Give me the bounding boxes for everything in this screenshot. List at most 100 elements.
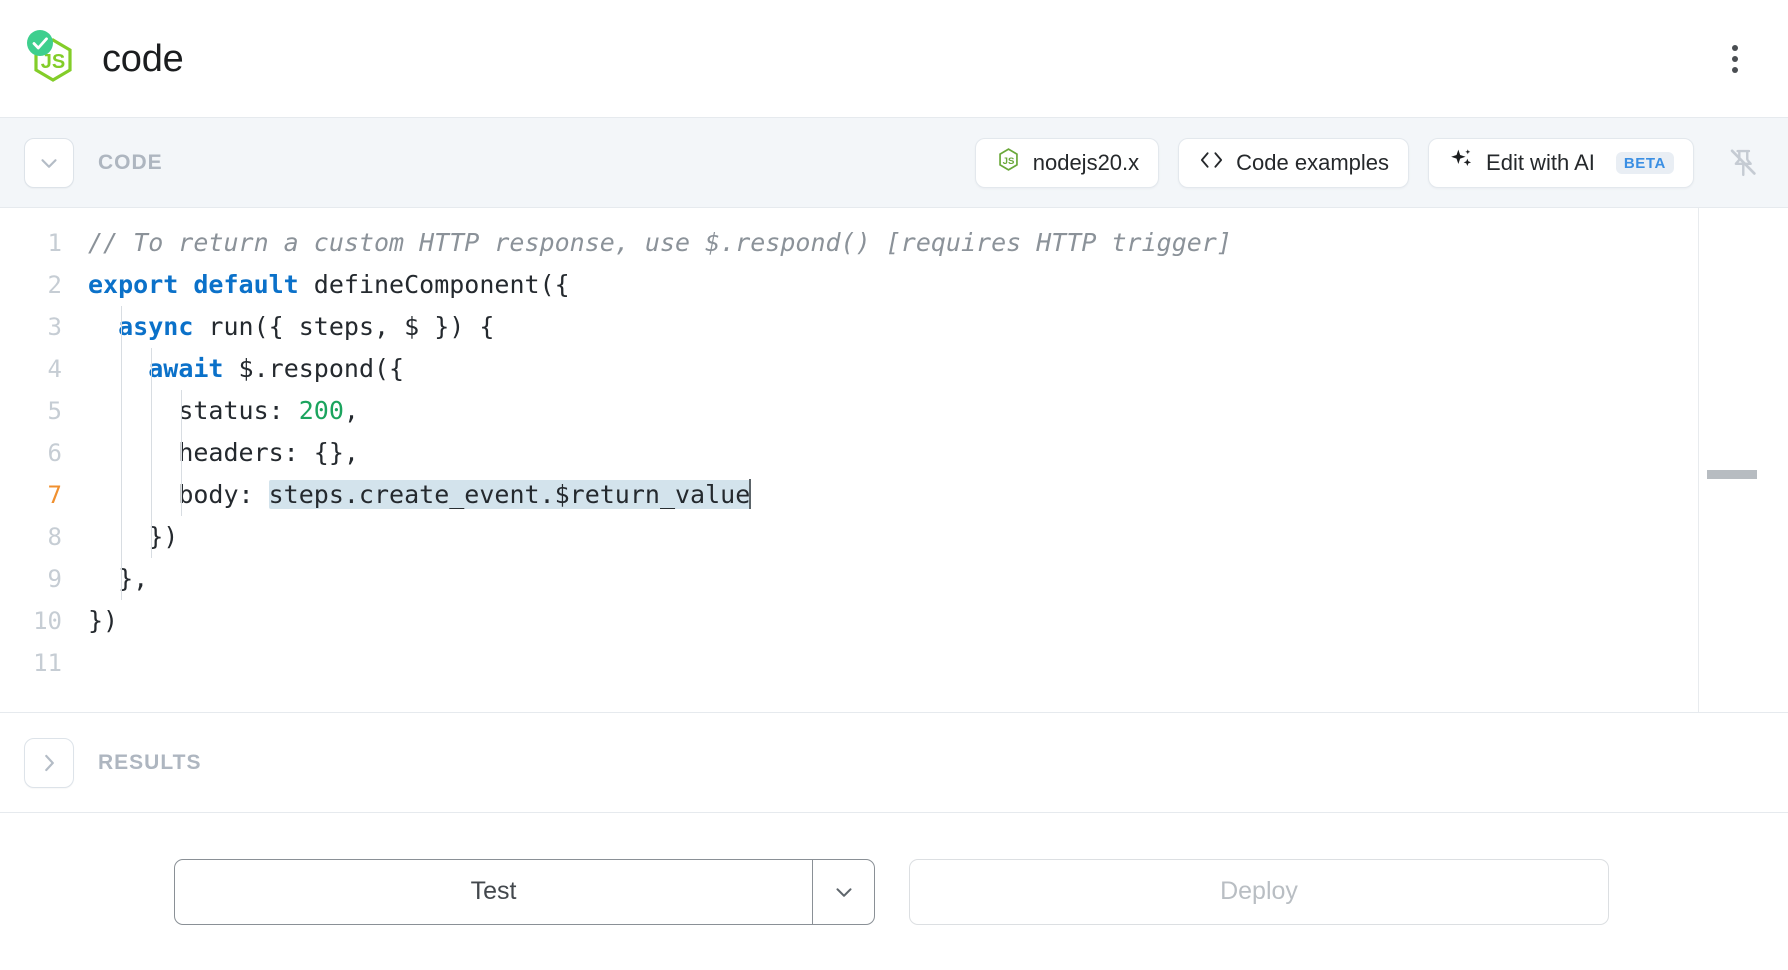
line-content: await $.respond({ [78,348,404,390]
keyword-token: export [88,270,179,299]
indent-guide [121,390,122,432]
line-number: 2 [47,271,62,299]
code-line[interactable]: 1 // To return a custom HTTP response, u… [0,222,1698,264]
indent-guide [151,348,152,390]
line-number: 8 [47,523,62,551]
minimap-viewport-marker[interactable] [1707,470,1757,479]
indent-guide [151,474,152,516]
line-number: 4 [47,355,62,383]
number-token: 200 [298,396,344,425]
indent-guide [121,432,122,474]
deploy-button[interactable]: Deploy [909,858,1609,925]
indent-guide [181,432,182,474]
results-expand-toggle[interactable] [24,737,74,788]
line-content: export default defineComponent({ [78,264,570,306]
indent-guide [151,390,152,432]
code-line-active[interactable]: 7 body: steps.create_event.$return_value [0,474,1698,516]
comment-token: // To return a custom HTTP response, use… [88,228,1232,257]
plain-token: run({ steps, $ }) { [193,312,495,341]
code-line[interactable]: 10 }) [0,600,1698,642]
runtime-version-label: nodejs20.x [1032,149,1140,175]
plain-token: $.respond({ [223,354,405,383]
test-dropdown-toggle[interactable] [812,859,874,924]
test-split-button[interactable]: Test [174,858,875,925]
code-line[interactable]: 6 headers: {}, [0,432,1698,474]
line-number: 5 [47,397,62,425]
indent-guide [121,306,122,348]
indent-guide [181,474,182,516]
indent-guide [121,516,122,558]
plain-token: headers: {}, [178,438,359,467]
keyword-token: async [118,312,194,341]
code-line[interactable]: 2 export default defineComponent({ [0,264,1698,306]
indent-guide [151,516,152,558]
line-content: }, [78,558,148,600]
text-cursor [749,479,752,509]
kebab-menu-icon[interactable] [1718,37,1752,81]
results-section-toolbar: RESULTS [0,713,1788,813]
code-editor-text[interactable]: 1 // To return a custom HTTP response, u… [0,208,1698,712]
plain-token: }) [88,606,119,635]
plain-token: , [343,396,359,425]
editor-minimap[interactable] [1698,208,1788,712]
line-number: 10 [33,607,62,635]
edit-with-ai-label: Edit with AI [1486,149,1595,175]
code-line[interactable]: 11 [0,642,1698,684]
edit-with-ai-button[interactable]: Edit with AI BETA [1428,137,1694,188]
nodejs-hexagon-icon: JS [995,146,1022,179]
chevron-down-icon [835,887,852,897]
beta-badge: BETA [1615,151,1674,174]
plain-token: defineComponent({ [298,270,570,299]
code-line[interactable]: 8 }) [0,516,1698,558]
indent-guide [121,474,122,516]
code-line[interactable]: 5 status: 200, [0,390,1698,432]
code-examples-label: Code examples [1236,149,1390,175]
nodejs-hexagon-check-icon: JS [22,28,84,90]
code-section-toolbar: CODE JS nodejs20.x Code examples Edit wi… [0,118,1788,208]
indent-guide [151,432,152,474]
sparkle-ai-icon [1448,146,1475,179]
code-section-label: CODE [98,150,163,174]
selected-expression[interactable]: steps.create_event.$return_value [268,480,751,509]
line-content: headers: {}, [78,432,359,474]
keyword-token: default [193,270,299,299]
line-content: body: steps.create_event.$return_value [78,474,752,516]
indent-guide [121,558,122,600]
component-editor-panel: JS code CODE JS nodejs20.x Code examples… [0,0,1788,970]
code-line[interactable]: 3 async run({ steps, $ }) { [0,306,1698,348]
panel-header: JS code [0,0,1788,118]
indent-guide [181,390,182,432]
plain-token: }, [118,564,149,593]
code-examples-button[interactable]: Code examples [1178,137,1410,188]
line-number: 6 [47,439,62,467]
chevron-right-icon [45,754,54,771]
line-content: }) [78,516,178,558]
plain-token: status: [178,396,299,425]
line-number: 1 [47,229,62,257]
line-content: status: 200, [78,390,359,432]
line-number-active: 7 [47,481,62,509]
runtime-version-button[interactable]: JS nodejs20.x [974,137,1160,188]
chevron-down-icon [41,158,57,168]
line-number: 9 [47,565,62,593]
pin-off-icon[interactable] [1720,140,1766,186]
code-editor[interactable]: 1 // To return a custom HTTP response, u… [0,208,1788,713]
code-line[interactable]: 9 }, [0,558,1698,600]
results-section-label: RESULTS [98,750,202,774]
svg-text:JS: JS [1002,156,1014,167]
line-content: // To return a custom HTTP response, use… [78,222,1232,264]
keyword-token: await [148,354,224,383]
action-bar: Test Deploy [0,813,1788,970]
line-content: }) [78,600,118,642]
code-line[interactable]: 4 await $.respond({ [0,348,1698,390]
test-button[interactable]: Test [175,860,812,924]
line-number: 3 [47,313,62,341]
page-title: code [102,37,184,80]
plain-token: body: [178,480,269,509]
line-content: async run({ steps, $ }) { [78,306,494,348]
code-brackets-icon [1198,148,1225,178]
plain-token: }) [148,522,179,551]
indent-guide [121,348,122,390]
code-collapse-toggle[interactable] [24,137,74,188]
line-number: 11 [33,649,62,677]
